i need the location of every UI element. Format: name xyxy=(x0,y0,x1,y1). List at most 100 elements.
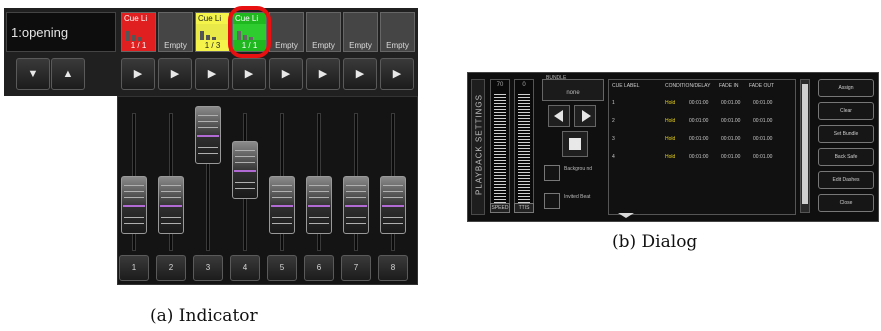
fader-knob[interactable] xyxy=(343,176,369,234)
fader-number-button[interactable]: 6 xyxy=(304,255,334,281)
table-cell[interactable]: 00:01.00 xyxy=(721,154,740,160)
play-button[interactable]: ▶ xyxy=(232,58,266,90)
fader-number-button[interactable]: 5 xyxy=(267,255,297,281)
column-header: CONDITION/DELAY xyxy=(665,83,711,89)
chevron-down-icon xyxy=(618,213,634,218)
cue-slot-title xyxy=(307,13,340,24)
cue-slot-title: Cue Li xyxy=(196,13,229,24)
background-checkbox[interactable] xyxy=(544,165,560,181)
side-button[interactable]: Edit Dashes xyxy=(818,171,874,189)
caption-indicator: (a) Indicator xyxy=(150,306,258,326)
playback-settings-dialog: PLAYBACK SETTINGS 70 SPEED 0 TTIS BUNDLE… xyxy=(467,72,879,222)
fader-number-button[interactable]: 4 xyxy=(230,255,260,281)
table-cell[interactable]: 00:01.00 xyxy=(721,118,740,124)
ttis-value: 0 xyxy=(522,82,526,88)
table-scrollbar[interactable] xyxy=(800,79,810,213)
table-cell[interactable]: Hold xyxy=(665,118,675,124)
fader-knob[interactable] xyxy=(121,176,147,234)
cue-slot[interactable]: Empty xyxy=(380,12,415,52)
side-button[interactable]: Assign xyxy=(818,79,874,97)
scrollbar-thumb[interactable] xyxy=(802,84,808,204)
table-cell[interactable]: 3 xyxy=(612,136,615,142)
speed-value: 70 xyxy=(496,82,504,88)
side-button[interactable]: Clear xyxy=(818,102,874,120)
ttis-tag: TTIS xyxy=(514,203,534,213)
ttis-meter[interactable]: 0 xyxy=(514,79,534,211)
play-button[interactable]: ▶ xyxy=(380,58,414,90)
speed-tag: SPEED xyxy=(490,203,510,213)
table-cell[interactable]: 00:01.00 xyxy=(753,154,772,160)
fader-number-button[interactable]: 7 xyxy=(341,255,371,281)
play-button[interactable]: ▶ xyxy=(306,58,340,90)
beat-checkbox[interactable] xyxy=(544,193,560,209)
stop-button[interactable] xyxy=(562,131,588,157)
speed-meter[interactable]: 70 xyxy=(490,79,510,211)
play-button[interactable]: ▶ xyxy=(121,58,155,90)
stop-icon xyxy=(569,138,581,150)
dialog-title-bar: PLAYBACK SETTINGS xyxy=(471,79,485,215)
fader-number-button[interactable]: 8 xyxy=(378,255,408,281)
cue-slot[interactable]: Cue Li 1 / 3 xyxy=(195,12,230,52)
cue-slot-status: Empty xyxy=(312,41,335,50)
arrow-left-icon xyxy=(554,110,563,122)
table-cell[interactable]: Hold xyxy=(665,154,675,160)
fader-knob[interactable] xyxy=(269,176,295,234)
cue-slot-status: 1 / 3 xyxy=(196,40,229,51)
page-down-button[interactable]: ▼ xyxy=(16,58,50,90)
play-button[interactable]: ▶ xyxy=(269,58,303,90)
cue-slot-title: Cue Li xyxy=(124,14,148,23)
side-button[interactable]: Close xyxy=(818,194,874,212)
side-button[interactable]: Back Safe xyxy=(818,148,874,166)
next-button[interactable] xyxy=(574,105,596,127)
column-header: FADE OUT xyxy=(749,83,775,89)
table-cell[interactable]: 1 xyxy=(612,100,615,106)
cue-slot[interactable]: Empty xyxy=(269,12,304,52)
cue-slot[interactable]: Empty xyxy=(343,12,378,52)
fader-knob[interactable] xyxy=(158,176,184,234)
play-button[interactable]: ▶ xyxy=(195,58,229,90)
table-cell[interactable]: 00:01.00 xyxy=(721,100,740,106)
play-button[interactable]: ▶ xyxy=(158,58,192,90)
table-cell[interactable]: 00:01.00 xyxy=(753,118,772,124)
play-button[interactable]: ▶ xyxy=(343,58,377,90)
fader-knob[interactable] xyxy=(232,141,258,199)
bundle-select[interactable]: none xyxy=(542,79,604,101)
table-cell[interactable]: Hold xyxy=(665,136,675,142)
table-cell[interactable]: 00:01:00 xyxy=(689,136,708,142)
cue-slot-title xyxy=(344,13,377,24)
bundle-value: none xyxy=(566,90,580,96)
table-cell[interactable]: 00:01:00 xyxy=(689,118,708,124)
fader-number-button[interactable]: 2 xyxy=(156,255,186,281)
table-cell[interactable]: Hold xyxy=(665,100,675,106)
table-cell[interactable]: 00:01:00 xyxy=(689,154,708,160)
table-cell[interactable]: 2 xyxy=(612,118,615,124)
side-button[interactable]: Set Bundle xyxy=(818,125,874,143)
cue-level-icon xyxy=(200,27,220,41)
arrow-right-icon xyxy=(582,110,591,122)
cue-slot-status: Empty xyxy=(275,41,298,50)
table-cell[interactable]: 00:01.00 xyxy=(721,136,740,142)
fader-knob[interactable] xyxy=(380,176,406,234)
prev-button[interactable] xyxy=(548,105,570,127)
fader-number-button[interactable]: 1 xyxy=(119,255,149,281)
indicator-panel: 1:opening Cue Li 1 / 1 Empty Cue Li 1 / 3 Cue… xyxy=(0,0,420,285)
fader-number-button[interactable]: 3 xyxy=(193,255,223,281)
cue-slot[interactable]: Empty xyxy=(306,12,341,52)
cue-table: CUE LABEL CONDITION/DELAY FADE IN FADE OUT 1… xyxy=(608,79,796,215)
cue-slot[interactable]: Cue Li 1 / 1 xyxy=(121,12,156,52)
table-cell[interactable]: 00:01.00 xyxy=(753,136,772,142)
table-cell[interactable]: 4 xyxy=(612,154,615,160)
table-cell[interactable]: 00:01:00 xyxy=(689,100,708,106)
column-header: CUE LABEL xyxy=(612,83,640,89)
cue-slot[interactable]: Empty xyxy=(158,12,193,52)
fader-knob[interactable] xyxy=(306,176,332,234)
cue-name-display: 1:opening xyxy=(6,12,116,52)
fader-knob[interactable] xyxy=(195,106,221,164)
page-up-button[interactable]: ▲ xyxy=(51,58,85,90)
caption-dialog: (b) Dialog xyxy=(612,232,698,252)
column-header: FADE IN xyxy=(719,83,739,89)
cue-slot-title xyxy=(159,13,192,24)
cue-slot-status: 1 / 1 xyxy=(130,41,147,50)
table-cell[interactable]: 00:01.00 xyxy=(753,100,772,106)
beat-checkbox-label: Invited Beat xyxy=(564,194,591,200)
